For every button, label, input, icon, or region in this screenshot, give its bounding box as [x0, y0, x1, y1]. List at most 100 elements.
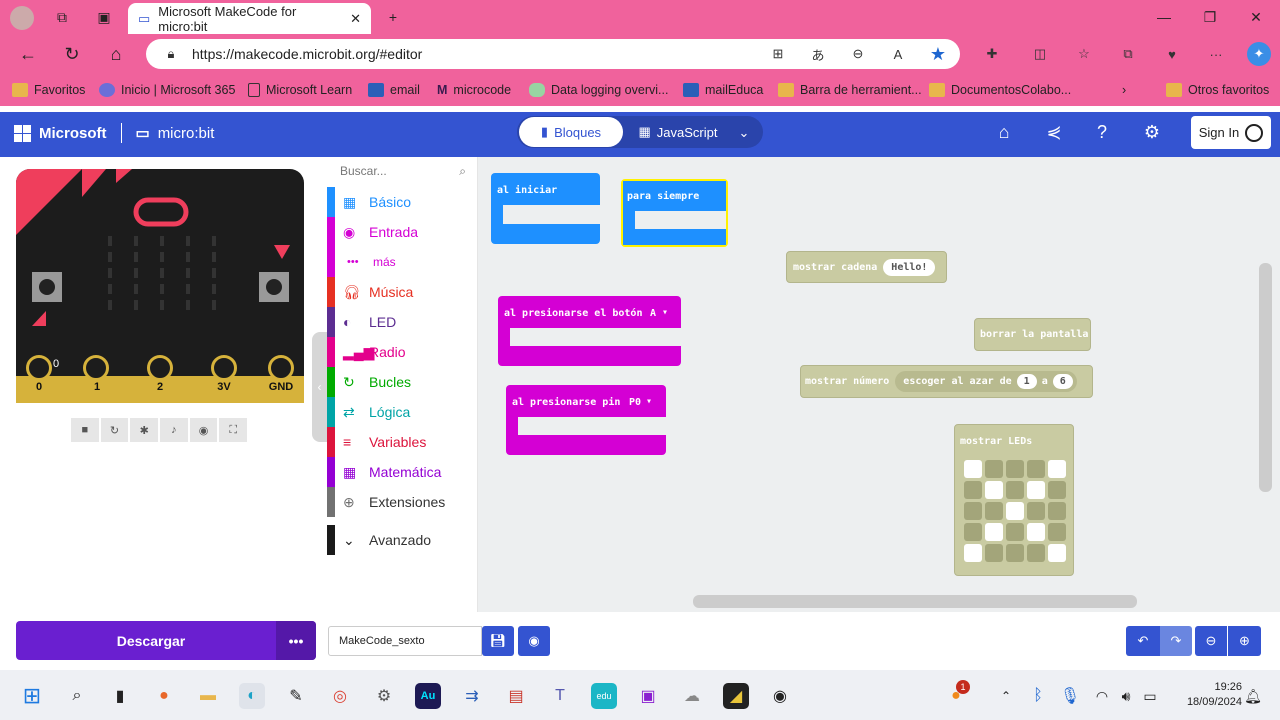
mute-icon[interactable]: ♪ [160, 418, 188, 442]
restart-icon[interactable]: ↻ [100, 418, 129, 442]
obs-icon[interactable]: ◉ [767, 683, 793, 709]
undo-icon[interactable]: ↶ [1126, 626, 1160, 656]
minimize-icon[interactable]: — [1141, 0, 1187, 34]
led-off[interactable] [1006, 544, 1024, 562]
led-matrix[interactable] [94, 230, 224, 310]
horizontal-scrollbar[interactable] [693, 595, 1137, 608]
led-off[interactable] [985, 460, 1003, 478]
led-pattern-grid[interactable] [964, 460, 1066, 562]
teams-icon[interactable]: T [547, 683, 573, 709]
translate-icon[interactable]: あ [807, 44, 829, 64]
tab-actions-icon[interactable]: ▣ [93, 6, 115, 28]
led-off[interactable] [964, 502, 982, 520]
pin-1[interactable] [83, 355, 109, 381]
favorite-star-icon[interactable]: ★ [927, 44, 949, 64]
zoom-icon[interactable]: ⊖ [847, 44, 869, 64]
led-on[interactable] [1048, 544, 1066, 562]
tab-blocks[interactable]: ▮ Bloques [519, 117, 623, 147]
string-value[interactable]: Hello! [883, 258, 936, 276]
button-dropdown[interactable]: A [650, 308, 656, 319]
volume-icon[interactable]: 🔊︎ [1113, 683, 1139, 709]
toolbox-category-11[interactable]: ⌄ Avanzado [327, 525, 478, 555]
stop-icon[interactable]: ■ [71, 418, 99, 442]
led-on[interactable] [1048, 460, 1066, 478]
fav-otros[interactable]: Otros favoritos [1166, 80, 1269, 100]
gimp-icon[interactable]: ✎ [283, 683, 309, 709]
tab-javascript[interactable]: ▦ JavaScript [630, 117, 726, 147]
led-off[interactable] [964, 523, 982, 541]
screen-recorder-icon[interactable]: ⇉ [459, 683, 485, 709]
download-button[interactable]: Descargar ••• [16, 621, 316, 660]
led-on[interactable] [964, 544, 982, 562]
profile-avatar[interactable] [10, 6, 34, 30]
save-icon[interactable]: 💾︎ [482, 626, 514, 656]
audition-icon[interactable]: Au [415, 683, 441, 709]
close-tab-icon[interactable]: ✕ [350, 11, 361, 27]
close-window-icon[interactable]: ✕ [1233, 0, 1279, 34]
pin-dropdown[interactable]: P0 [629, 397, 641, 408]
settings-gear-icon[interactable]: ⚙ [371, 683, 397, 709]
led-off[interactable] [964, 481, 982, 499]
fav-documentos[interactable]: DocumentosColabo... [929, 80, 1071, 100]
button-a[interactable] [32, 272, 62, 302]
fav-favoritos[interactable]: Favoritos [12, 80, 85, 100]
led-off[interactable] [1048, 481, 1066, 499]
led-off[interactable] [1027, 502, 1045, 520]
ghost-app-icon[interactable]: ☁ [679, 683, 705, 709]
help-icon[interactable]: ? [1089, 121, 1115, 143]
chrome-icon[interactable]: ◎ [327, 683, 353, 709]
read-aloud-icon[interactable]: A [887, 44, 909, 64]
block-on-start[interactable]: al iniciar [491, 173, 600, 244]
toolbox-category-3[interactable]: 🎧︎ Música [327, 277, 478, 307]
block-clear-screen[interactable]: borrar la pantalla [974, 318, 1091, 351]
split-screen-icon[interactable]: ◫ [1029, 44, 1051, 64]
project-name-input[interactable]: MakeCode_sexto [328, 626, 482, 656]
dropdown-arrow-icon[interactable]: ▾ [662, 307, 668, 318]
clock[interactable]: 19:26 18/09/2024 [1166, 680, 1242, 710]
led-on[interactable] [1006, 502, 1024, 520]
firefox-icon[interactable]: ● [151, 683, 177, 709]
zoom-in-icon[interactable]: ⊕ [1228, 626, 1261, 656]
led-off[interactable] [1006, 481, 1024, 499]
tab-makecode[interactable]: ▭ Microsoft MakeCode for micro:bit ✕ [128, 3, 371, 34]
block-button-pressed[interactable]: al presionarse el botón A ▾ [498, 296, 681, 366]
makecode-app-icon[interactable]: ▣ [635, 683, 661, 709]
refresh-icon[interactable]: ↻ [58, 40, 86, 68]
fav-m365[interactable]: Inicio | Microsoft 365 [99, 80, 235, 100]
app-available-icon[interactable]: ⊞ [767, 44, 789, 64]
pin-0[interactable] [26, 355, 52, 381]
toolbox-category-7[interactable]: ⇄ Lógica [327, 397, 478, 427]
toolbox-category-4[interactable]: ◐ LED [327, 307, 478, 337]
block-forever[interactable]: para siempre [621, 179, 728, 247]
led-off[interactable] [985, 502, 1003, 520]
block-pin-pressed[interactable]: al presionarse pin P0 ▾ [506, 385, 666, 455]
block-show-leds[interactable]: mostrar LEDs [954, 424, 1074, 576]
github-icon[interactable]: ◉ [518, 626, 550, 656]
pin-3v[interactable] [211, 355, 237, 381]
led-off[interactable] [1006, 460, 1024, 478]
show-hidden-icons-chevron-icon[interactable]: ⌃ [993, 683, 1019, 709]
fav-learn[interactable]: Microsoft Learn [248, 80, 352, 100]
document-app-icon[interactable]: ▤ [503, 683, 529, 709]
led-on[interactable] [964, 460, 982, 478]
collections-icon[interactable]: ⧉ [1117, 44, 1139, 64]
file-explorer-icon[interactable]: ▬ [195, 683, 221, 709]
fav-maileduca[interactable]: mailEduca [683, 80, 763, 100]
start-windows-icon[interactable]: ⊞ [19, 683, 45, 709]
block-show-number[interactable]: mostrar número escoger al azar de 1 a 6 [800, 365, 1093, 398]
logo-area[interactable]: Microsoft ▭ micro:bit [14, 121, 214, 145]
terminal-app-icon[interactable]: ◢ [723, 683, 749, 709]
new-tab-icon[interactable]: + [382, 6, 404, 28]
dropdown-arrow-icon[interactable]: ▾ [646, 396, 652, 407]
more-favorites-chevron-icon[interactable]: › [1122, 80, 1126, 100]
lock-icon[interactable]: 🔒︎ [160, 44, 182, 64]
led-on[interactable] [985, 481, 1003, 499]
led-off[interactable] [1006, 523, 1024, 541]
settings-gear-icon[interactable]: ⚙ [1139, 121, 1165, 143]
led-off[interactable] [985, 544, 1003, 562]
address-bar[interactable]: https://makecode.microbit.org/#editor [146, 39, 960, 69]
restore-icon[interactable]: ❐ [1187, 0, 1233, 34]
zoom-out-icon[interactable]: ⊖ [1195, 626, 1227, 656]
share-icon[interactable]: ⋞ [1041, 121, 1067, 143]
random-to-value[interactable]: 6 [1052, 374, 1073, 389]
